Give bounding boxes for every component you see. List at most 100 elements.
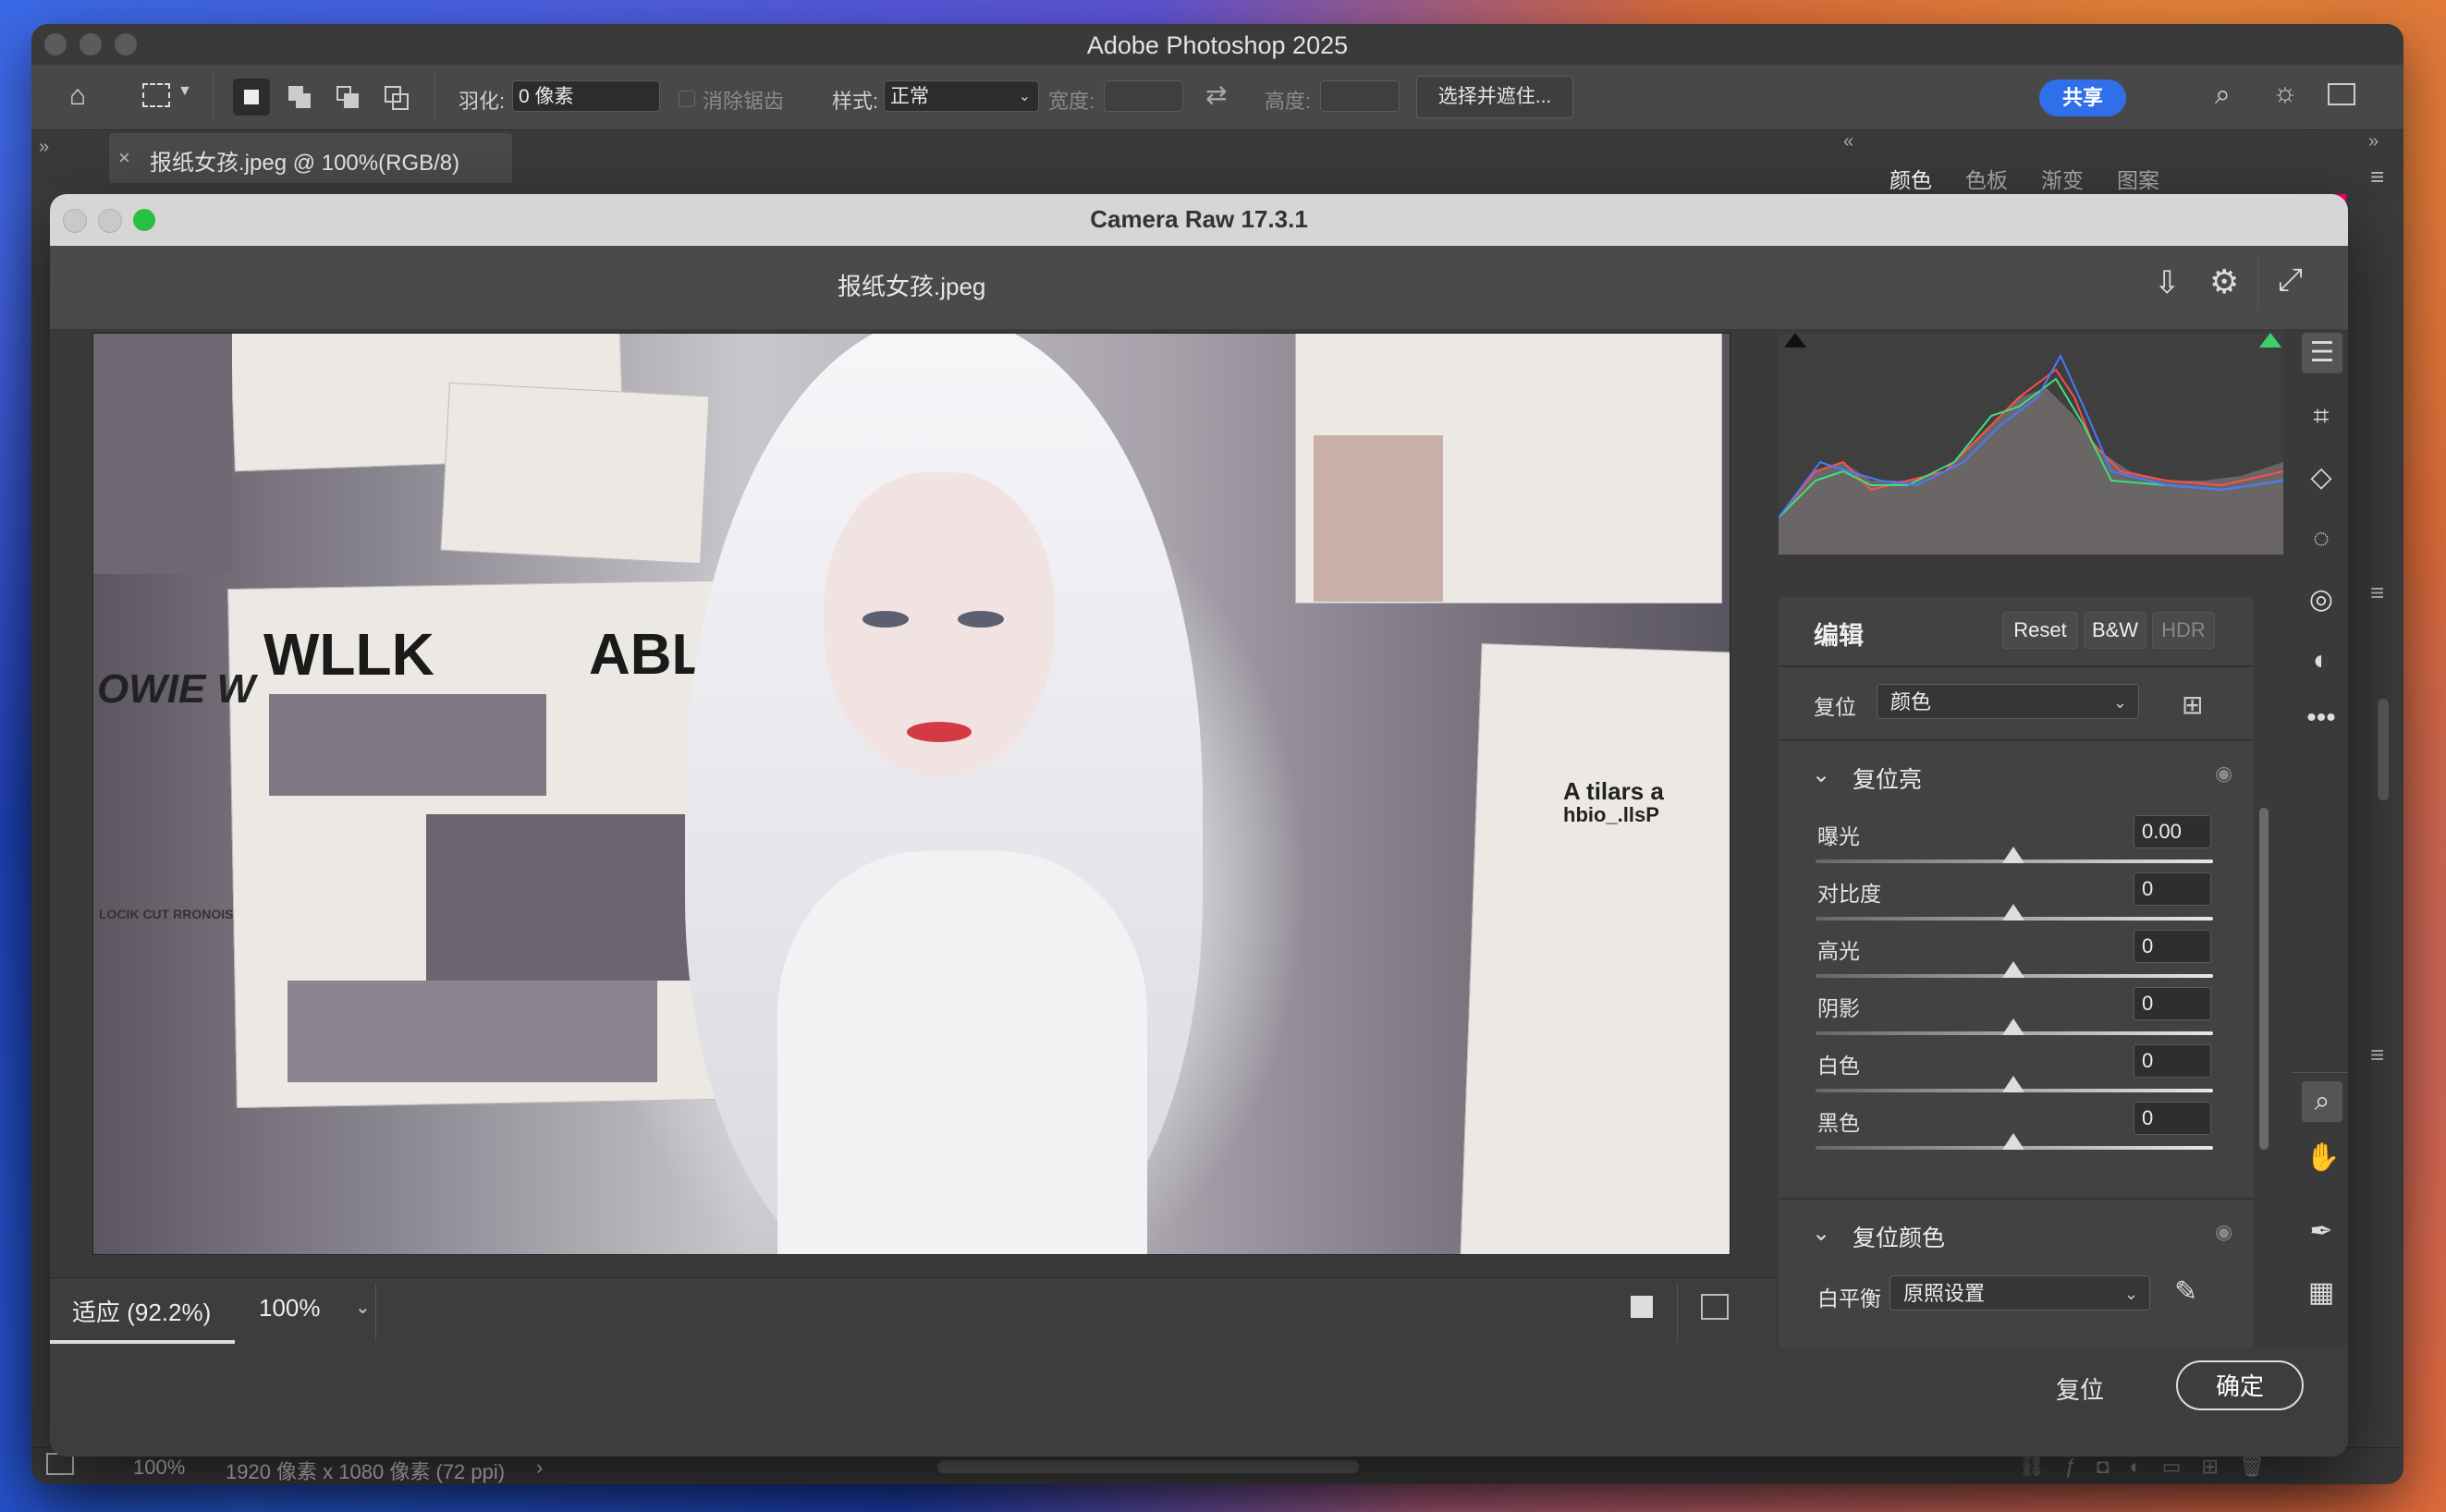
shadow-clipping-icon[interactable] [1784,333,1806,348]
exposure-value[interactable]: 0.00 [2134,815,2211,848]
dialog-reset-button[interactable]: 复位 [2056,1372,2104,1406]
panel-menu-icon[interactable]: ≡ [2370,1041,2384,1069]
tab-swatches[interactable]: 色板 [1965,163,2008,194]
collapse-panels-icon[interactable]: « [1843,131,1853,152]
chevron-right-icon[interactable]: › [536,1456,543,1480]
slider-label: 黑色 [1817,1111,1860,1135]
hdr-button[interactable]: HDR [2152,612,2215,649]
marquee-tool-icon[interactable] [142,83,170,107]
wb-select[interactable]: 原照设置 ⌄ [1890,1275,2150,1311]
reset-button[interactable]: Reset [2002,612,2078,649]
zoom-fit-button[interactable]: 适应 (92.2%) [72,1294,211,1328]
zoom-icon[interactable]: ⌕ [2302,1081,2342,1122]
width-input[interactable] [1104,80,1183,112]
intersect-selection-button[interactable] [377,79,414,116]
blacks-value[interactable]: 0 [2134,1102,2211,1135]
tab-patterns[interactable]: 图案 [2117,163,2159,194]
edit-title: 编辑 [1814,622,1864,650]
eraser-icon[interactable]: ◇ [2305,462,2337,494]
share-button[interactable]: 共享 [2039,79,2126,116]
before-after-icon[interactable] [1701,1294,1729,1320]
dialog-footer [50,1347,2348,1457]
slider-label: 高光 [1817,939,1860,963]
highlight-clipping-icon[interactable] [2259,333,2281,348]
add-selection-button[interactable] [281,79,318,116]
photo-preview[interactable]: WLLK ABL BFIAER OWIE W LOCIK CUT RRONOIS… [92,333,1731,1255]
slider-thumb[interactable] [2002,1018,2024,1035]
newspaper-caption: LOCIK CUT RRONOIS [99,907,234,921]
subtract-selection-button[interactable] [329,79,366,116]
gear-icon[interactable]: ⚙ [2209,262,2239,301]
save-icon[interactable]: ⇩ [2154,264,2181,301]
slider-thumb[interactable] [2002,961,2024,978]
highlights-value[interactable]: 0 [2134,930,2211,963]
search-icon[interactable]: ⌕ [2215,79,2231,111]
new-selection-button[interactable] [233,79,270,116]
ok-button[interactable]: 确定 [2176,1360,2304,1410]
subject-dress [777,851,1147,1254]
profile-select[interactable]: 颜色 ⌄ [1877,684,2139,719]
eyedropper-icon[interactable]: ✎ [2174,1275,2197,1308]
close-tab-icon[interactable]: × [118,146,130,170]
swap-icon[interactable]: ⇄ [1205,79,1227,110]
light-section-title[interactable]: 复位亮 [1853,762,1922,795]
histogram-graph [1778,353,2284,555]
slider-thumb[interactable] [2002,1133,2024,1150]
newspaper-right-text: A tilars a [1563,777,1664,805]
presets-icon[interactable]: ◐ [2305,645,2337,677]
height-label: 高度: [1265,90,1312,113]
portrait-photo [1314,435,1443,602]
panel-menu-icon[interactable]: ≡ [2370,163,2384,191]
fullscreen-icon[interactable]: ⤢ [2278,262,2303,299]
chevron-down-icon[interactable]: ⌄ [1812,1220,1830,1247]
expand-panels-icon[interactable]: » [2368,131,2379,152]
contrast-value[interactable]: 0 [2134,872,2211,906]
feather-input[interactable]: 0 像素 [512,80,660,112]
width-label: 宽度: [1048,90,1095,113]
eye-icon[interactable]: ◉ [2215,1220,2232,1244]
view-mode-icon[interactable] [1631,1296,1653,1318]
wb-label: 白平衡 [1817,1286,1881,1311]
grid-icon[interactable]: ▦ [2305,1277,2337,1309]
profile-browser-icon[interactable]: ⊞ [2182,689,2203,720]
horizontal-scrollbar[interactable] [937,1460,1359,1473]
select-and-mask-button[interactable]: 选择并遮住... [1416,76,1573,118]
whites-value[interactable]: 0 [2134,1044,2211,1078]
slider-thumb[interactable] [2002,904,2024,921]
feather-label: 羽化: [459,90,506,113]
sampler-icon[interactable]: ✒ [2305,1216,2337,1248]
color-section-title[interactable]: 复位颜色 [1853,1220,1945,1253]
chevron-down-icon[interactable]: ⌄ [1812,762,1830,788]
tab-gradients[interactable]: 渐变 [2041,163,2084,194]
layer-actions-icons[interactable]: ⛓ƒ◘◐▭⊞🗑 [2019,1455,2285,1479]
histogram[interactable] [1778,333,2284,555]
zoom-100-button[interactable]: 100% [259,1294,321,1323]
workspace-icon[interactable] [2328,83,2355,105]
hand-icon[interactable]: ✋ [2305,1142,2340,1174]
status-zoom[interactable]: 100% [133,1456,185,1480]
eye-icon[interactable]: ◉ [2215,762,2232,786]
panel-menu-icon[interactable]: ≡ [2370,579,2384,607]
antialias-checkbox[interactable] [679,91,695,107]
mask-icon[interactable]: ◌ [2305,523,2337,555]
style-select[interactable]: 正常 ⌄ [884,80,1039,112]
height-input[interactable] [1320,80,1400,112]
chevron-down-icon[interactable]: ▼ [177,83,192,100]
redeye-icon[interactable]: ◎ [2305,584,2337,616]
home-icon[interactable]: ⌂ [59,78,96,115]
chevron-down-icon[interactable]: ⌄ [355,1296,371,1319]
edit-sliders-icon[interactable]: ☰ [2302,333,2342,373]
tab-color[interactable]: 颜色 [1890,163,1932,194]
panel-scrollbar[interactable] [2378,699,2389,800]
more-icon[interactable]: ••• [2305,702,2337,734]
expand-left-icon[interactable]: » [39,137,49,158]
lightbulb-icon[interactable]: ☼ [2272,78,2298,109]
slider-thumb[interactable] [2002,1076,2024,1092]
slider-thumb[interactable] [2002,847,2024,863]
edit-scrollbar[interactable] [2259,808,2269,1150]
crop-icon[interactable]: ⌗ [2305,401,2337,433]
options-bar: ⌂ ▼ 羽化: 0 像素 消除锯齿 样式: 正常 ⌄ 宽度: ⇄ 高度: 选择并遮… [31,65,2403,130]
newspaper-right [1460,643,1730,1254]
shadows-value[interactable]: 0 [2134,987,2211,1020]
bw-button[interactable]: B&W [2084,612,2146,649]
